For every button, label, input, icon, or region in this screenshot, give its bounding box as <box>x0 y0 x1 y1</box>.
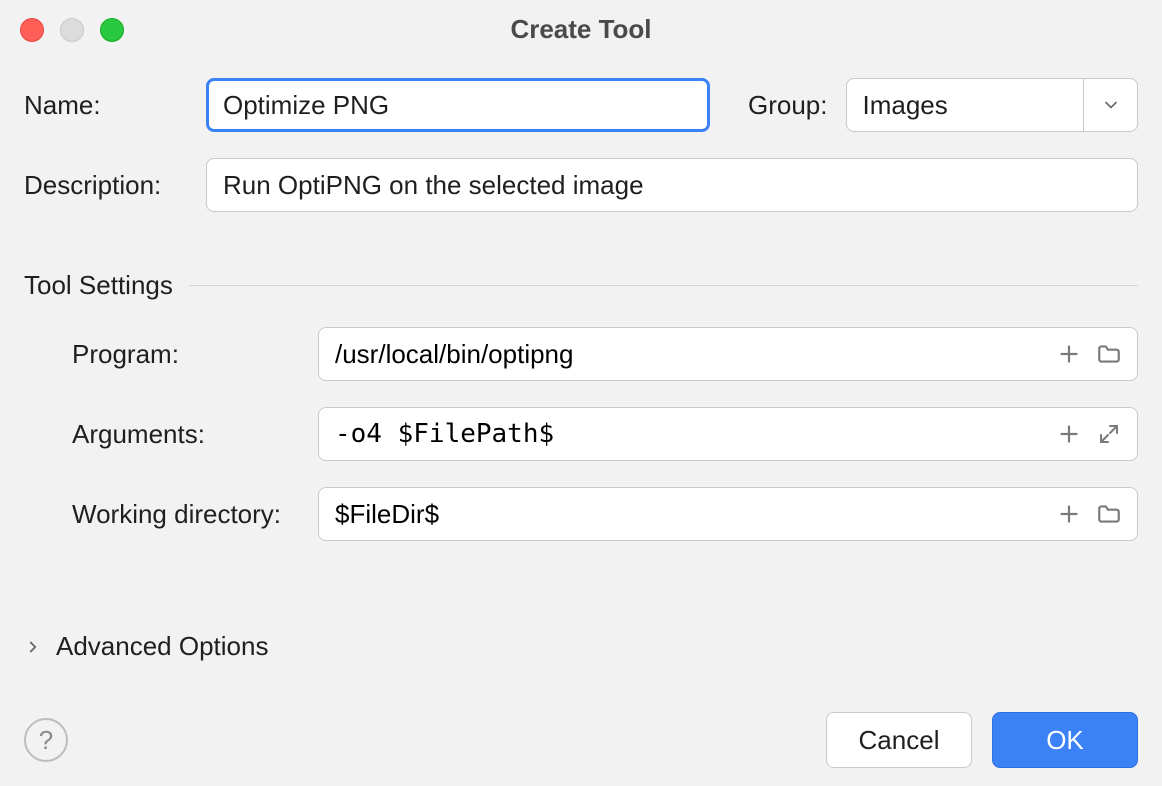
working-directory-input-wrap <box>318 487 1138 541</box>
program-row: Program: <box>24 327 1138 381</box>
program-input-wrap <box>318 327 1138 381</box>
ok-button[interactable]: OK <box>992 712 1138 768</box>
arguments-label: Arguments: <box>72 419 318 450</box>
plus-icon <box>1056 341 1082 367</box>
dialog-content: Name: Group: Images Description: Tool Se… <box>24 78 1138 762</box>
group-select-trigger[interactable] <box>1083 79 1137 131</box>
program-browse-button[interactable] <box>1089 334 1129 374</box>
working-directory-label: Working directory: <box>72 499 318 530</box>
program-input[interactable] <box>319 328 1049 380</box>
group-select[interactable]: Images <box>846 78 1139 132</box>
arguments-input[interactable] <box>319 408 1049 460</box>
cancel-button[interactable]: Cancel <box>826 712 972 768</box>
description-input[interactable] <box>206 158 1138 212</box>
name-label: Name: <box>24 90 188 121</box>
arguments-input-wrap <box>318 407 1138 461</box>
arguments-insert-macro-button[interactable] <box>1049 414 1089 454</box>
working-directory-insert-macro-button[interactable] <box>1049 494 1089 534</box>
group-label: Group: <box>748 90 828 121</box>
chevron-right-icon <box>24 638 42 656</box>
advanced-options-label: Advanced Options <box>56 631 268 662</box>
plus-icon <box>1056 421 1082 447</box>
section-divider <box>189 285 1138 286</box>
dialog-window: Create Tool Name: Group: Images Descript… <box>0 0 1162 786</box>
name-input[interactable] <box>206 78 710 132</box>
arguments-row: Arguments: <box>24 407 1138 461</box>
help-button[interactable]: ? <box>24 718 68 762</box>
working-directory-row: Working directory: <box>24 487 1138 541</box>
working-directory-browse-button[interactable] <box>1089 494 1129 534</box>
group-select-value: Images <box>847 79 1084 131</box>
advanced-options-toggle[interactable]: Advanced Options <box>24 631 1138 662</box>
description-label: Description: <box>24 170 188 201</box>
folder-icon <box>1096 501 1122 527</box>
plus-icon <box>1056 501 1082 527</box>
chevron-down-icon <box>1101 95 1121 115</box>
dialog-footer: ? Cancel OK <box>24 712 1138 768</box>
name-group-row: Name: Group: Images <box>24 78 1138 132</box>
program-label: Program: <box>72 339 318 370</box>
program-insert-macro-button[interactable] <box>1049 334 1089 374</box>
working-directory-input[interactable] <box>319 488 1049 540</box>
dialog-title: Create Tool <box>0 14 1162 45</box>
arguments-expand-button[interactable] <box>1089 414 1129 454</box>
tool-settings-label: Tool Settings <box>24 270 173 301</box>
expand-icon <box>1097 422 1121 446</box>
folder-icon <box>1096 341 1122 367</box>
description-row: Description: <box>24 158 1138 212</box>
tool-settings-section-header: Tool Settings <box>24 270 1138 301</box>
